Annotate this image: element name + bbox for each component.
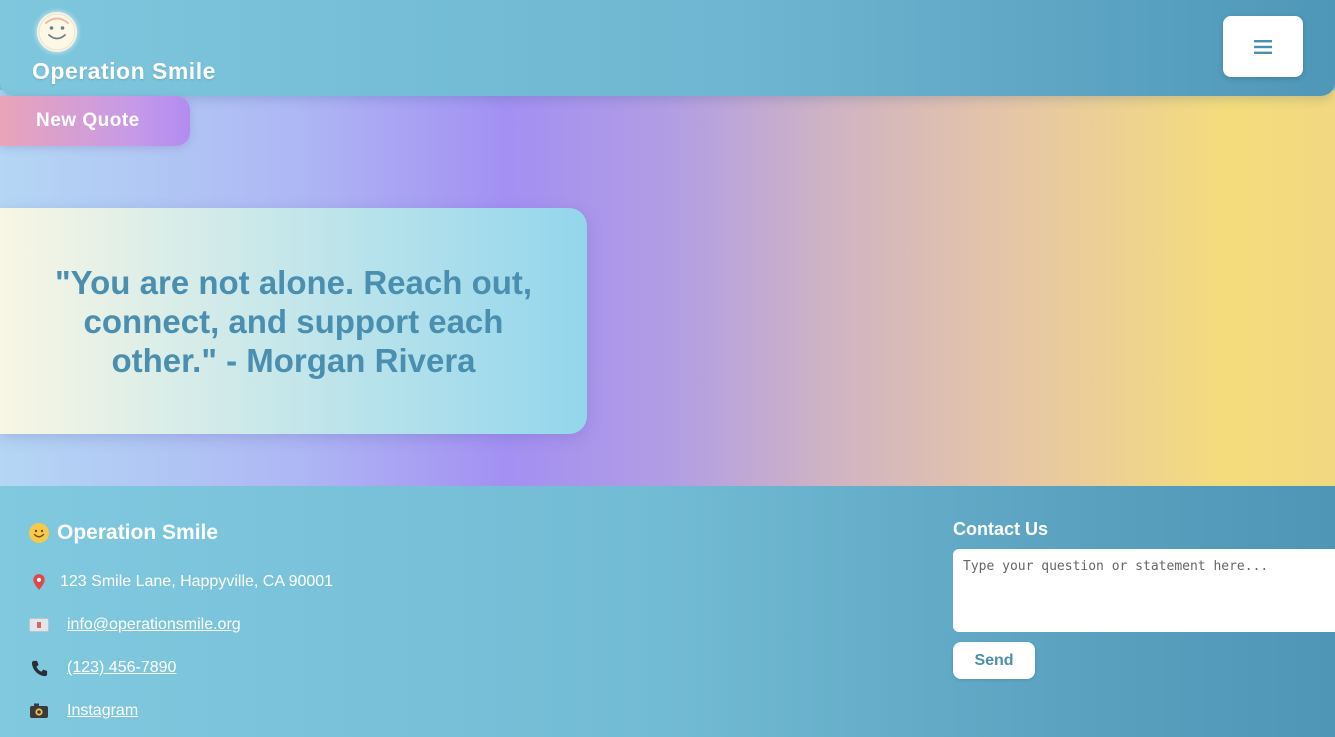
hamburger-menu-button[interactable]: [1223, 16, 1303, 77]
email-link[interactable]: info@operationsmile.org: [67, 616, 241, 634]
envelope-icon: [29, 615, 49, 635]
camera-icon: [29, 701, 49, 721]
quote-card: "You are not alone. Reach out, connect, …: [0, 208, 587, 434]
smiley-logo-icon[interactable]: [37, 12, 77, 52]
phone-icon: [29, 658, 49, 678]
footer-brand: Operation Smile: [29, 521, 218, 545]
new-quote-button[interactable]: New Quote: [0, 96, 190, 146]
site-brand-title[interactable]: Operation Smile: [32, 58, 216, 85]
smiley-emoji-icon: [29, 523, 49, 543]
quote-text: "You are not alone. Reach out, connect, …: [54, 263, 533, 379]
footer-brand-label: Operation Smile: [57, 521, 219, 544]
contact-us-title: Contact Us: [953, 519, 1049, 539]
footer-email: info@operationsmile.org: [29, 615, 241, 635]
site-header: Operation Smile: [0, 0, 1335, 96]
instagram-link[interactable]: Instagram: [67, 702, 138, 720]
contact-message-input[interactable]: [953, 549, 1335, 632]
hamburger-menu-icon: [1254, 39, 1272, 54]
footer-address: 123 Smile Lane, Happyville, CA 90001: [29, 572, 333, 592]
phone-link[interactable]: (123) 456-7890: [67, 659, 176, 677]
map-pin-icon: [29, 572, 49, 592]
address-text: 123 Smile Lane, Happyville, CA 90001: [60, 573, 334, 590]
send-button[interactable]: Send: [953, 642, 1035, 679]
footer-instagram: Instagram: [29, 701, 138, 721]
footer-phone: (123) 456-7890: [29, 658, 176, 678]
